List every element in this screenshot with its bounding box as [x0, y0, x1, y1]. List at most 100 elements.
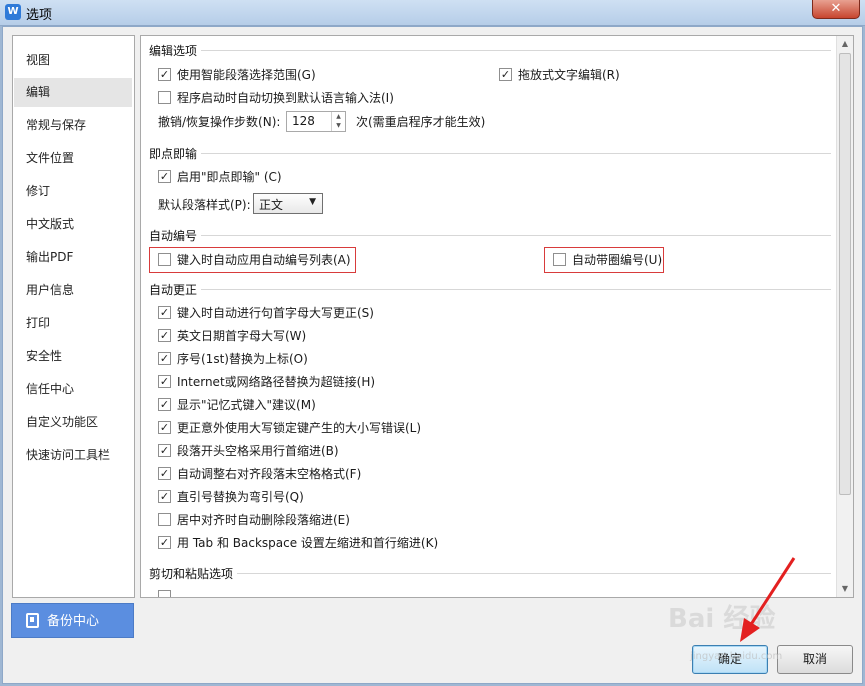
window-title: 选项	[26, 8, 53, 23]
section-title-auto-correct: 自动更正	[149, 283, 198, 297]
autocorrect-option[interactable]: 自动调整右对齐段落末空格格式(F)	[158, 465, 361, 483]
circle-number-label: 自动带圈编号(U)	[572, 253, 663, 267]
autocorrect-option[interactable]: 键入时自动进行句首字母大写更正(S)	[158, 304, 374, 322]
cut-paste-checkbox[interactable]	[158, 590, 171, 597]
autocorrect-checkbox[interactable]	[158, 375, 171, 388]
auto-ime-checkbox[interactable]	[158, 91, 171, 104]
autocorrect-option[interactable]: 段落开头空格采用行首缩进(B)	[158, 442, 339, 460]
sidebar-item-view[interactable]: 视图	[14, 46, 132, 75]
auto-ime-option[interactable]: 程序启动时自动切换到默认语言输入法(I)	[158, 89, 394, 107]
sidebar-item-custom-ribbon[interactable]: 自定义功能区	[14, 408, 132, 437]
drag-drop-label: 拖放式文字编辑(R)	[518, 68, 620, 82]
section-divider	[201, 153, 831, 154]
autocorrect-label: 键入时自动进行句首字母大写更正(S)	[177, 306, 374, 320]
autocorrect-checkbox[interactable]	[158, 444, 171, 457]
auto-list-checkbox[interactable]	[158, 253, 171, 266]
autocorrect-option[interactable]: 直引号替换为弯引号(Q)	[158, 488, 304, 506]
autocorrect-label: 直引号替换为弯引号(Q)	[177, 490, 304, 504]
autocorrect-option[interactable]: Internet或网络路径替换为超链接(H)	[158, 373, 375, 391]
auto-ime-label: 程序启动时自动切换到默认语言输入法(I)	[177, 91, 394, 105]
wps-writer-icon: W	[5, 4, 21, 20]
section-title-edit-options: 编辑选项	[149, 44, 198, 58]
autocorrect-option[interactable]: 显示"记忆式键入"建议(M)	[158, 396, 316, 414]
smart-paragraph-checkbox[interactable]	[158, 68, 171, 81]
autocorrect-option[interactable]: 居中对齐时自动删除段落缩进(E)	[158, 511, 350, 529]
baidu-watermark-url: jingyan.baidu.com	[690, 651, 783, 662]
scrollbar-thumb[interactable]	[839, 53, 851, 495]
undo-steps-value: 128	[292, 114, 315, 128]
options-dialog: 视图 编辑 常规与保存 文件位置 修订 中文版式 输出PDF 用户信息 打印 安…	[2, 26, 863, 684]
autocorrect-label: 段落开头空格采用行首缩进(B)	[177, 444, 339, 458]
autocorrect-label: 序号(1st)替换为上标(O)	[177, 352, 308, 366]
section-divider	[201, 289, 831, 290]
autocorrect-option[interactable]: 用 Tab 和 Backspace 设置左缩进和首行缩进(K)	[158, 534, 438, 552]
sidebar-item-chinese-layout[interactable]: 中文版式	[14, 210, 132, 239]
close-button[interactable]: ✕	[812, 0, 860, 19]
backup-center-button[interactable]: 备份中心	[11, 603, 134, 638]
undo-steps-label: 撤销/恢复操作步数(N):	[158, 115, 281, 129]
autocorrect-option[interactable]: 更正意外使用大写锁定键产生的大小写错误(L)	[158, 419, 421, 437]
sidebar-item-revision[interactable]: 修订	[14, 177, 132, 206]
undo-steps-spinner[interactable]: 128 ▲ ▼	[286, 111, 346, 132]
dropdown-arrow-icon: ▼	[309, 197, 316, 207]
autocorrect-checkbox[interactable]	[158, 398, 171, 411]
backup-icon	[26, 613, 39, 628]
drag-drop-checkbox[interactable]	[499, 68, 512, 81]
section-title-auto-numbering: 自动编号	[149, 229, 198, 243]
cut-paste-option-partial[interactable]	[158, 588, 177, 597]
autocorrect-option[interactable]: 英文日期首字母大写(W)	[158, 327, 306, 345]
autocorrect-label: Internet或网络路径替换为超链接(H)	[177, 375, 376, 389]
section-title-cut-paste: 剪切和粘贴选项	[149, 567, 234, 581]
autocorrect-label: 用 Tab 和 Backspace 设置左缩进和首行缩进(K)	[177, 536, 439, 550]
sidebar-item-trust-center[interactable]: 信任中心	[14, 375, 132, 404]
default-style-value: 正文	[259, 198, 284, 212]
autocorrect-label: 显示"记忆式键入"建议(M)	[177, 398, 316, 412]
edit-options-panel: 编辑选项 使用智能段落选择范围(G) 拖放式文字编辑(R) 程序启动时自动切换到…	[140, 35, 854, 598]
scroll-up-icon[interactable]: ▲	[837, 36, 853, 52]
smart-paragraph-option[interactable]: 使用智能段落选择范围(G)	[158, 66, 316, 84]
undo-steps-note: 次(需重启程序才能生效)	[356, 115, 486, 129]
auto-list-option[interactable]: 键入时自动应用自动编号列表(A)	[158, 251, 351, 269]
circle-number-checkbox[interactable]	[553, 253, 566, 266]
auto-list-label: 键入时自动应用自动编号列表(A)	[177, 253, 351, 267]
circle-number-option[interactable]: 自动带圈编号(U)	[553, 251, 662, 269]
section-divider	[201, 235, 831, 236]
sidebar-item-quick-access[interactable]: 快速访问工具栏	[14, 441, 132, 470]
autocorrect-checkbox[interactable]	[158, 536, 171, 549]
autocorrect-checkbox[interactable]	[158, 467, 171, 480]
spin-down-icon[interactable]: ▼	[332, 121, 345, 130]
sidebar-item-print[interactable]: 打印	[14, 309, 132, 338]
drag-drop-option[interactable]: 拖放式文字编辑(R)	[499, 66, 620, 84]
autocorrect-checkbox[interactable]	[158, 421, 171, 434]
smart-paragraph-label: 使用智能段落选择范围(G)	[177, 68, 316, 82]
autocorrect-checkbox[interactable]	[158, 513, 171, 526]
red-arrow-annotation	[740, 557, 796, 642]
sidebar-item-user-info[interactable]: 用户信息	[14, 276, 132, 305]
backup-center-label: 备份中心	[47, 614, 100, 629]
autocorrect-label: 居中对齐时自动删除段落缩进(E)	[177, 513, 350, 527]
sidebar-item-export-pdf[interactable]: 输出PDF	[14, 243, 132, 272]
sidebar-item-security[interactable]: 安全性	[14, 342, 132, 371]
autocorrect-label: 英文日期首字母大写(W)	[177, 329, 307, 343]
autocorrect-label: 更正意外使用大写锁定键产生的大小写错误(L)	[177, 421, 422, 435]
autocorrect-checkbox[interactable]	[158, 329, 171, 342]
default-style-select[interactable]: 正文 ▼	[253, 193, 323, 214]
autocorrect-checkbox[interactable]	[158, 352, 171, 365]
click-type-option[interactable]: 启用"即点即输" (C)	[158, 168, 282, 186]
options-sidebar: 视图 编辑 常规与保存 文件位置 修订 中文版式 输出PDF 用户信息 打印 安…	[12, 35, 135, 598]
autocorrect-option[interactable]: 序号(1st)替换为上标(O)	[158, 350, 308, 368]
sidebar-item-general-save[interactable]: 常规与保存	[14, 111, 132, 140]
options-scrollbar[interactable]: ▲ ▼	[836, 36, 853, 597]
autocorrect-checkbox[interactable]	[158, 306, 171, 319]
section-title-click-type: 即点即输	[149, 147, 198, 161]
autocorrect-checkbox[interactable]	[158, 490, 171, 503]
click-type-label: 启用"即点即输" (C)	[177, 170, 282, 184]
scroll-down-icon[interactable]: ▼	[837, 581, 853, 597]
default-style-label: 默认段落样式(P):	[158, 198, 251, 212]
sidebar-item-file-location[interactable]: 文件位置	[14, 144, 132, 173]
sidebar-item-edit[interactable]: 编辑	[14, 78, 132, 107]
spinner-buttons[interactable]: ▲ ▼	[331, 112, 345, 131]
spin-up-icon[interactable]: ▲	[332, 112, 345, 121]
click-type-checkbox[interactable]	[158, 170, 171, 183]
autocorrect-label: 自动调整右对齐段落末空格格式(F)	[177, 467, 362, 481]
